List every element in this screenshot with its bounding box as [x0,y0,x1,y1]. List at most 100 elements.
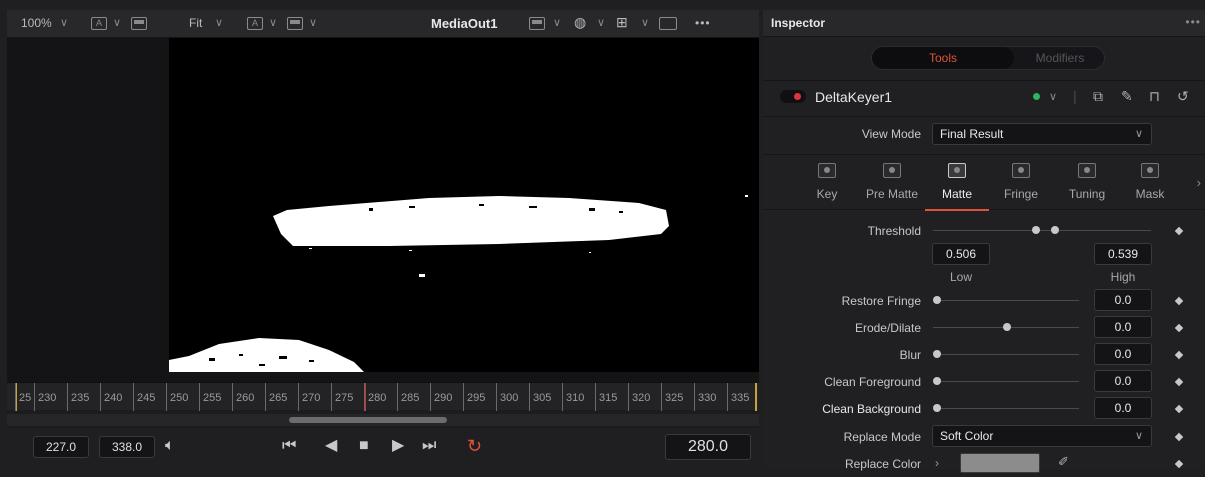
replace-color-swatch[interactable] [960,453,1040,473]
viewer-canvas[interactable] [7,38,759,382]
keyframe-icon[interactable] [1174,323,1184,333]
chevron-down-icon[interactable]: ∨ [60,16,68,29]
threshold-high-knob[interactable] [1051,226,1059,234]
chevron-down-icon[interactable]: ∨ [113,16,121,29]
node-name[interactable]: DeltaKeyer1 [815,89,892,105]
transport-bar: 227.0 338.0 🔈︎ ⏮︎ ◀︎ ■ ▶︎ ⏭︎ ↻ 280.0 [7,428,759,469]
restore-fringe-field[interactable]: 0.0 [1094,289,1152,311]
blur-slider[interactable] [937,354,1079,355]
fit-menu[interactable]: Fit [189,16,202,30]
tab-key[interactable]: Key [811,155,843,211]
clean-background-label: Clean Background [822,402,921,416]
display-icon[interactable] [131,17,147,30]
tools-modifiers-switch: Tools Modifiers [871,46,1105,70]
lock-icon[interactable]: ⊓ [1149,88,1160,105]
chevron-right-icon[interactable]: › [935,456,939,470]
tab-label: Mask [1135,187,1165,201]
loop-icon[interactable]: ↻ [467,436,482,456]
channel-a-icon[interactable]: A [91,17,107,30]
clean-background-knob[interactable] [933,404,941,412]
keyframe-icon[interactable] [1174,350,1184,360]
chevron-down-icon[interactable]: ∨ [215,16,223,29]
checker-icon[interactable]: ◍ [574,14,586,31]
render-end-field[interactable]: 338.0 [99,436,155,458]
inspector-title: Inspector [771,16,826,30]
clean-background-slider[interactable] [937,408,1079,409]
chevron-down-icon[interactable]: ∨ [553,16,561,29]
audio-icon[interactable]: 🔈︎ [165,436,175,456]
render-range-end-marker[interactable] [755,383,757,411]
ruler-tick: 240 [100,383,122,411]
threshold-low-knob[interactable] [1032,226,1040,234]
more-options-icon[interactable]: ••• [1185,15,1201,29]
tab-matte[interactable]: Matte [925,155,989,211]
current-time-field[interactable]: 280.0 [665,434,751,460]
restore-fringe-slider[interactable] [937,300,1079,301]
playhead[interactable] [365,383,366,411]
keyframe-icon[interactable] [1174,432,1184,442]
threshold-low-label: Low [949,270,972,284]
tab-tuning[interactable]: Tuning [1064,155,1110,211]
node-color-dot[interactable] [1033,93,1040,100]
stop-icon[interactable]: ■ [359,436,369,456]
go-to-end-icon[interactable]: ⏭︎ [422,436,436,456]
erode-dilate-field[interactable]: 0.0 [1094,316,1152,338]
blur-field[interactable]: 0.0 [1094,343,1152,365]
pin-icon[interactable]: ✎ [1121,88,1133,105]
chevron-down-icon[interactable]: ∨ [641,16,649,29]
replace-mode-select[interactable]: Soft Color ∨ [932,425,1152,447]
clean-foreground-slider[interactable] [937,381,1079,382]
tab-fringe[interactable]: Fringe [999,155,1043,211]
erode-dilate-knob[interactable] [1003,323,1011,331]
display-icon[interactable] [287,17,303,30]
clean-background-field[interactable]: 0.0 [1094,397,1152,419]
roi-icon[interactable] [659,17,677,30]
keyframe-icon[interactable] [1174,459,1184,469]
chevron-down-icon[interactable]: ∨ [309,16,317,29]
timeline-scrollbar[interactable] [7,414,759,426]
play-forward-icon[interactable]: ▶︎ [392,436,404,456]
restore-fringe-label: Restore Fringe [841,294,921,308]
ruler-tick: 275 [331,383,353,411]
clean-foreground-knob[interactable] [933,377,941,385]
channel-a-icon[interactable]: A [247,17,263,30]
ruler-tick: 280 [364,383,386,411]
timeline-ruler[interactable]: 25 230 235 240 245 250 255 260 265 270 2… [7,382,759,411]
chevron-right-icon[interactable]: › [1197,175,1201,190]
clean-foreground-field[interactable]: 0.0 [1094,370,1152,392]
threshold-high-field[interactable]: 0.539 [1094,243,1152,265]
play-reverse-icon[interactable]: ◀︎ [325,436,337,456]
render-start-field[interactable]: 227.0 [33,436,89,458]
tab-modifiers[interactable]: Modifiers [1014,47,1106,69]
ruler-tick: 320 [628,383,650,411]
view-mode-select[interactable]: Final Result ∨ [932,123,1152,145]
separator: | [1073,88,1077,104]
blur-knob[interactable] [933,350,941,358]
chevron-down-icon[interactable]: ∨ [1049,90,1057,103]
ruler-tick: 335 [727,383,749,411]
keyframe-icon[interactable] [1174,404,1184,414]
go-to-start-icon[interactable]: ⏮︎ [282,436,296,456]
grid-icon[interactable]: ⊞ [616,14,628,31]
tab-tools[interactable]: Tools [872,47,1014,69]
keyframe-icon[interactable] [1174,226,1184,236]
chevron-down-icon[interactable]: ∨ [269,16,277,29]
replace-mode-value: Soft Color [940,429,994,443]
lut-icon[interactable] [529,17,545,30]
threshold-low-field[interactable]: 0.506 [932,243,990,265]
zoom-menu[interactable]: 100% [21,16,52,30]
chevron-down-icon[interactable]: ∨ [597,16,605,29]
versions-icon[interactable]: ⧉ [1093,88,1103,105]
timeline-scroll-thumb[interactable] [289,417,447,423]
more-options-icon[interactable]: ••• [695,16,711,30]
tab-mask[interactable]: Mask [1131,155,1169,211]
restore-fringe-knob[interactable] [933,296,941,304]
node-enable-toggle[interactable] [780,90,806,103]
reset-icon[interactable]: ↺ [1177,88,1189,105]
threshold-range-slider[interactable] [933,230,1151,231]
tab-pre-matte[interactable]: Pre Matte [862,155,922,211]
view-mode-label: View Mode [861,127,921,141]
eyedropper-icon[interactable]: ✐ [1058,454,1069,470]
keyframe-icon[interactable] [1174,377,1184,387]
keyframe-icon[interactable] [1174,296,1184,306]
